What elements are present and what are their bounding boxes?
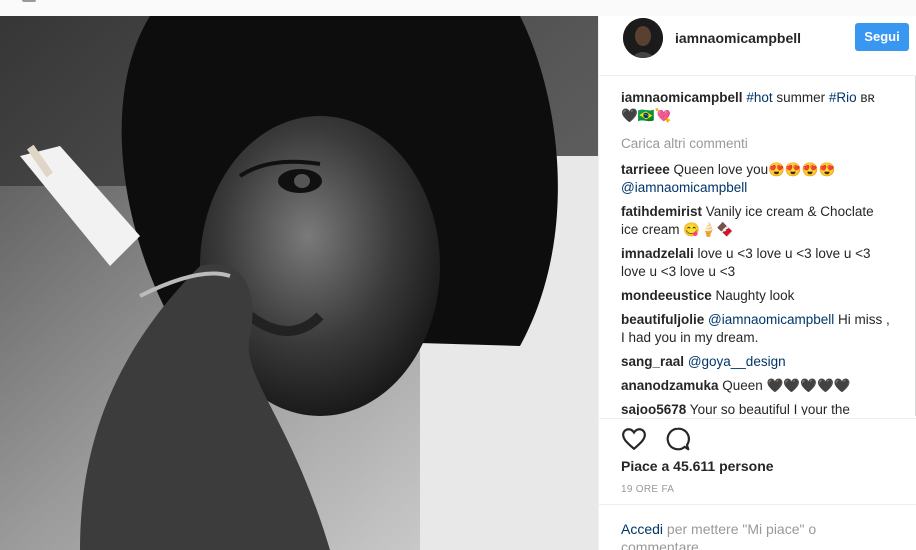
comment-text: Your so beautiful I your the [686, 402, 850, 415]
comment-username[interactable]: imnadzelali [621, 246, 694, 261]
avatar[interactable] [623, 18, 663, 58]
comment-mention[interactable]: @iamnaomicampbell [621, 179, 893, 197]
comment-text: Queen love you😍😍😍😍 [669, 162, 836, 177]
post-photo[interactable] [0, 16, 598, 550]
comment-item: beautifuljolie @iamnaomicampbell Hi miss… [621, 311, 893, 347]
comment-mention[interactable]: @goya__design [688, 354, 786, 369]
comment-username[interactable]: ananodzamuka [621, 378, 719, 393]
comment-bubble-icon[interactable] [665, 426, 691, 452]
hashtag-rio[interactable]: #Rio [829, 90, 857, 105]
comment-username[interactable]: sajoo5678 [621, 402, 686, 415]
comment-text: Naughty look [711, 288, 795, 303]
divider [599, 418, 916, 419]
post-side-panel: iamnaomicampbell Segui iamnaomicampbell … [598, 16, 916, 550]
caption-username[interactable]: iamnaomicampbell [621, 90, 743, 105]
comment-username[interactable]: beautifuljolie [621, 312, 704, 327]
comment-username[interactable]: tarrieee [621, 162, 670, 177]
post-header: iamnaomicampbell Segui [599, 16, 916, 76]
comment-item: mondeeustice Naughty look [621, 287, 893, 305]
header-username[interactable]: iamnaomicampbell [675, 30, 801, 46]
post-actions [621, 426, 705, 452]
comment-username[interactable]: sang_raal [621, 354, 684, 369]
hashtag-hot[interactable]: #hot [746, 90, 772, 105]
comment-item: sang_raal @goya__design [621, 353, 893, 371]
top-strip [0, 0, 916, 16]
comment-item: tarrieee Queen love you😍😍😍😍 @iamnaomicam… [621, 161, 893, 197]
load-more-comments[interactable]: Carica altri commenti [621, 135, 893, 153]
caption-text: summer [772, 90, 829, 105]
top-fragment [22, 0, 36, 2]
heart-icon[interactable] [621, 426, 647, 452]
comment-list: iamnaomicampbell #hot summer #Rio ʙʀ 🖤🇧🇷… [621, 89, 893, 415]
comment-mention[interactable]: @iamnaomicampbell [708, 312, 834, 327]
post-photo-image [0, 16, 598, 550]
comment-username[interactable]: mondeeustice [621, 288, 712, 303]
comment-item: fatihdemirist Vanily ice cream & Choclat… [621, 203, 893, 239]
comment-item: imnadzelali love u <3 love u <3 love u <… [621, 245, 893, 281]
login-link[interactable]: Accedi [621, 521, 663, 537]
caption-emoji-line: 🖤🇧🇷💘 [621, 108, 672, 123]
avatar-image [623, 18, 663, 58]
post-timestamp[interactable]: 19 ORE FA [621, 484, 674, 495]
likes-count[interactable]: Piace a 45.611 persone [621, 458, 774, 474]
comment-text: Queen 🖤🖤🖤🖤🖤 [718, 378, 851, 393]
caption-suffix: ʙʀ [856, 90, 875, 105]
follow-button[interactable]: Segui [855, 23, 909, 51]
divider [599, 504, 916, 505]
comment-username[interactable]: fatihdemirist [621, 204, 702, 219]
comment-item: sajoo5678 Your so beautiful I your the [621, 401, 893, 415]
comment-item: ananodzamuka Queen 🖤🖤🖤🖤🖤 [621, 377, 893, 395]
login-prompt: Accedi per mettere "Mi piace" o commenta… [621, 520, 871, 550]
caption: iamnaomicampbell #hot summer #Rio ʙʀ 🖤🇧🇷… [621, 89, 893, 125]
